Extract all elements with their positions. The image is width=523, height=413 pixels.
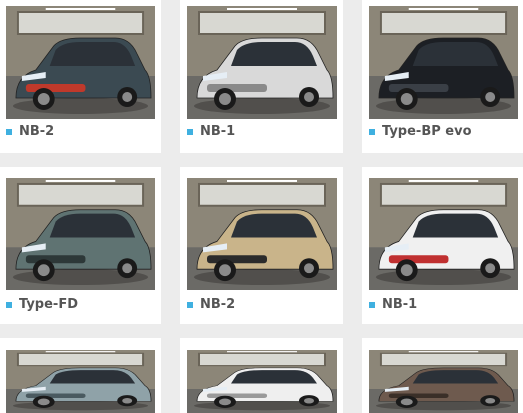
car-photo-illustration bbox=[187, 178, 337, 290]
car-photo[interactable] bbox=[369, 6, 518, 119]
car-photo-illustration bbox=[187, 350, 337, 413]
card-caption[interactable]: NB-2 bbox=[6, 124, 54, 139]
card-caption[interactable]: Type-FD bbox=[6, 297, 78, 312]
gallery-card[interactable] bbox=[0, 338, 161, 413]
card-label: Type-FD bbox=[19, 297, 78, 312]
car-photo-illustration bbox=[187, 6, 337, 119]
card-caption[interactable]: NB-2 bbox=[187, 297, 235, 312]
car-photo[interactable] bbox=[6, 6, 155, 119]
car-photo-illustration bbox=[6, 6, 155, 119]
car-photo[interactable] bbox=[187, 178, 337, 290]
square-bullet-icon bbox=[6, 128, 12, 135]
card-label: NB-2 bbox=[200, 297, 236, 312]
square-bullet-icon bbox=[6, 301, 12, 308]
card-label: NB-1 bbox=[200, 124, 236, 139]
car-gallery-grid: NB-2 NB-1 Type-BP evo Type-FD NB-2 NB-1 bbox=[0, 0, 523, 413]
gallery-card[interactable]: Type-FD bbox=[0, 167, 161, 324]
card-label: Type-BP evo bbox=[382, 124, 472, 139]
gallery-card[interactable] bbox=[362, 338, 523, 413]
car-photo[interactable] bbox=[6, 350, 155, 413]
square-bullet-icon bbox=[369, 128, 375, 135]
car-photo[interactable] bbox=[187, 350, 337, 413]
card-caption[interactable]: Type-BP evo bbox=[369, 124, 472, 139]
car-photo-illustration bbox=[6, 178, 155, 290]
car-photo-illustration bbox=[6, 350, 155, 413]
car-photo[interactable] bbox=[187, 6, 337, 119]
card-caption[interactable]: NB-1 bbox=[369, 297, 417, 312]
gallery-card[interactable]: Type-BP evo bbox=[362, 0, 523, 153]
square-bullet-icon bbox=[187, 128, 193, 135]
gallery-card[interactable]: NB-2 bbox=[180, 167, 343, 324]
gallery-card[interactable]: NB-1 bbox=[180, 0, 343, 153]
car-photo-illustration bbox=[369, 350, 518, 413]
square-bullet-icon bbox=[187, 301, 193, 308]
car-photo[interactable] bbox=[6, 178, 155, 290]
car-photo-illustration bbox=[369, 6, 518, 119]
car-photo[interactable] bbox=[369, 178, 518, 290]
card-label: NB-2 bbox=[19, 124, 55, 139]
car-photo-illustration bbox=[369, 178, 518, 290]
gallery-card[interactable]: NB-2 bbox=[0, 0, 161, 153]
gallery-card[interactable] bbox=[180, 338, 343, 413]
card-label: NB-1 bbox=[382, 297, 418, 312]
car-photo[interactable] bbox=[369, 350, 518, 413]
square-bullet-icon bbox=[369, 301, 375, 308]
card-caption[interactable]: NB-1 bbox=[187, 124, 235, 139]
gallery-card[interactable]: NB-1 bbox=[362, 167, 523, 324]
